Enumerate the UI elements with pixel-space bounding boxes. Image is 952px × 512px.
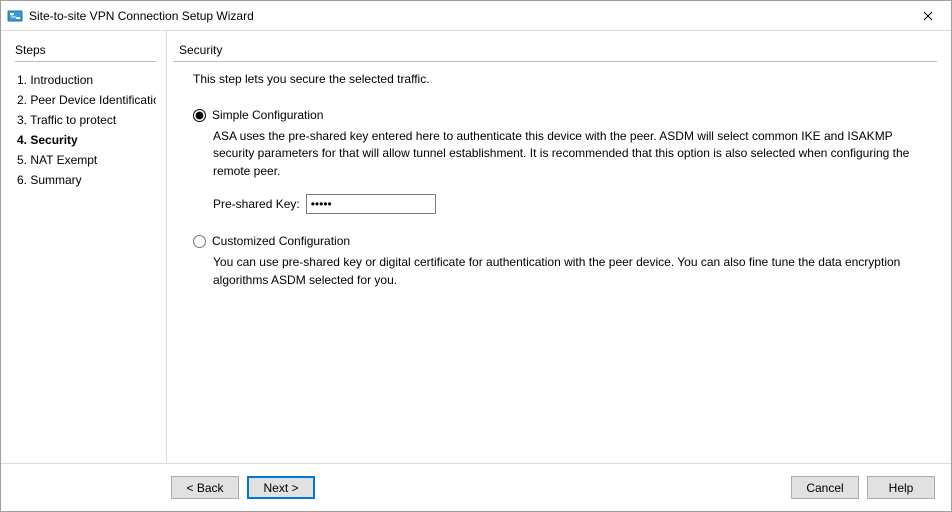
app-icon [7, 8, 23, 24]
psk-row: Pre-shared Key: [213, 194, 937, 214]
back-button[interactable]: < Back [171, 476, 239, 499]
option-custom-label: Customized Configuration [212, 234, 350, 248]
content-rule [173, 61, 937, 62]
help-button[interactable]: Help [867, 476, 935, 499]
content-heading: Security [173, 43, 937, 57]
steps-list: 1. Introduction 2. Peer Device Identific… [15, 70, 156, 190]
step-summary[interactable]: 6. Summary [15, 170, 156, 190]
radio-custom[interactable] [193, 235, 206, 248]
steps-rule [15, 61, 156, 62]
radio-simple[interactable] [193, 109, 206, 122]
step-traffic[interactable]: 3. Traffic to protect [15, 110, 156, 130]
content-body: This step lets you secure the selected t… [173, 72, 937, 303]
step-peer-device[interactable]: 2. Peer Device Identificatio [15, 90, 156, 110]
step-nat-exempt[interactable]: 5. NAT Exempt [15, 150, 156, 170]
option-simple[interactable]: Simple Configuration [193, 108, 937, 122]
steps-heading: Steps [15, 43, 156, 57]
cancel-button[interactable]: Cancel [791, 476, 859, 499]
content-panel: Security This step lets you secure the s… [166, 31, 951, 463]
close-button[interactable] [905, 1, 951, 30]
window-title: Site-to-site VPN Connection Setup Wizard [29, 9, 254, 23]
wizard-body: Steps 1. Introduction 2. Peer Device Ide… [1, 31, 951, 463]
button-bar: < Back Next > Cancel Help [1, 463, 951, 511]
option-simple-label: Simple Configuration [212, 108, 323, 122]
next-button[interactable]: Next > [247, 476, 315, 499]
option-custom-description: You can use pre-shared key or digital ce… [213, 254, 937, 289]
step-introduction[interactable]: 1. Introduction [15, 70, 156, 90]
option-simple-description: ASA uses the pre-shared key entered here… [213, 128, 937, 180]
option-custom[interactable]: Customized Configuration [193, 234, 937, 248]
titlebar: Site-to-site VPN Connection Setup Wizard [1, 1, 951, 31]
steps-panel: Steps 1. Introduction 2. Peer Device Ide… [1, 31, 166, 463]
step-security[interactable]: 4. Security [15, 130, 156, 150]
wizard-window: Site-to-site VPN Connection Setup Wizard… [0, 0, 952, 512]
psk-input[interactable] [306, 194, 436, 214]
intro-text: This step lets you secure the selected t… [193, 72, 937, 86]
psk-label: Pre-shared Key: [213, 197, 300, 211]
